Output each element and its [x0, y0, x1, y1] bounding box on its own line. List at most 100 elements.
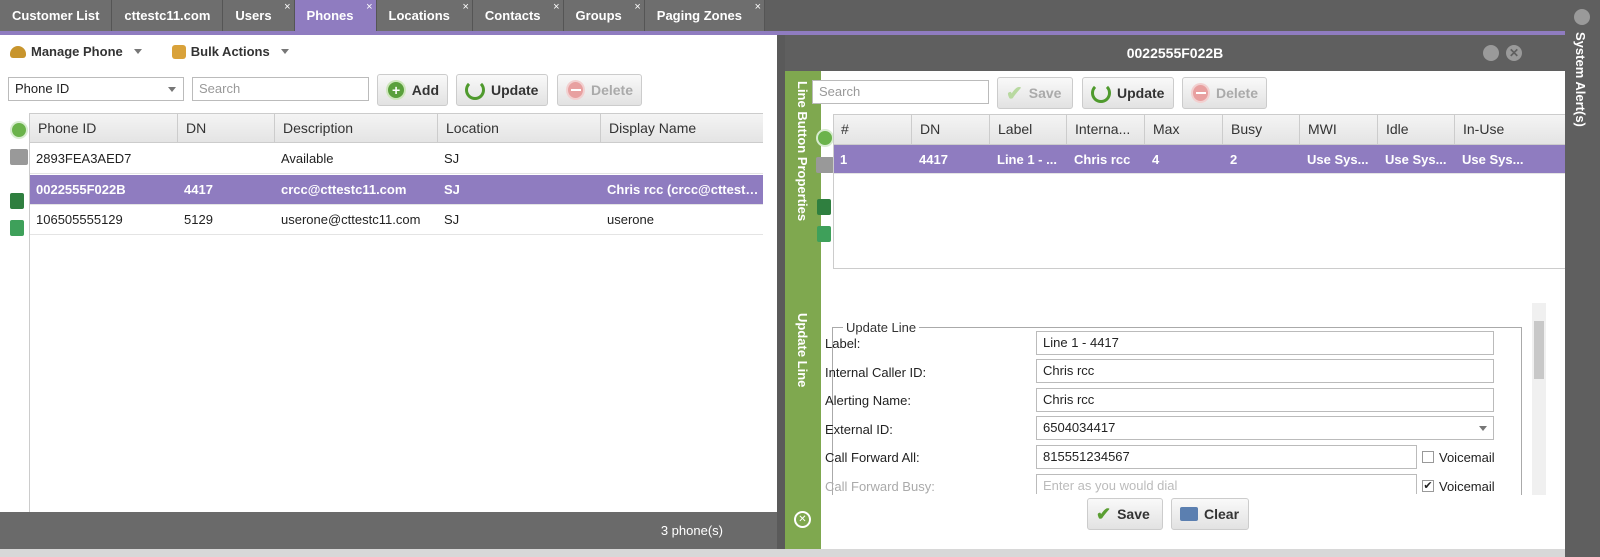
external-id-select[interactable]: 6504034417 [1036, 416, 1494, 440]
tab-cttestc11-com[interactable]: cttestc11.com [112, 0, 224, 31]
chevron-left-icon[interactable] [1574, 9, 1590, 25]
cell-location: SJ [444, 181, 460, 197]
form-scrollbar[interactable] [1532, 303, 1546, 495]
column-header[interactable]: Display Name [601, 114, 763, 142]
csv-icon[interactable] [10, 220, 24, 236]
alerting-name-field[interactable]: Chris rcc [1036, 388, 1494, 412]
cell-description: Available [281, 151, 334, 166]
close-icon[interactable]: × [634, 1, 640, 13]
system-alerts-panel[interactable]: System Alert(s) [1565, 0, 1600, 557]
line-update-button[interactable]: Update [1082, 77, 1174, 109]
cell-phone-id: 0022555F022B [36, 181, 126, 197]
form-save-label: Save [1117, 506, 1150, 522]
label-field[interactable]: Line 1 - 4417 [1036, 331, 1494, 355]
close-icon[interactable]: × [553, 1, 559, 13]
close-icon[interactable]: × [284, 1, 290, 13]
tab-users[interactable]: Users × [223, 0, 295, 31]
next-icon[interactable] [1483, 45, 1499, 61]
call-forward-all-label: Call Forward All: [825, 450, 920, 465]
tab-update-line[interactable]: Update Line [795, 313, 810, 387]
delete-label: Delete [590, 82, 633, 98]
tab-paging-zones[interactable]: Paging Zones × [644, 0, 766, 31]
right-side-icons [813, 123, 835, 263]
call-forward-all-field[interactable]: 815551234567 [1036, 445, 1417, 469]
add-icon: + [386, 80, 406, 100]
cell-dn [178, 144, 275, 173]
delete-button[interactable]: Delete [557, 74, 642, 106]
call-forward-busy-label: Call Forward Busy: [825, 479, 935, 494]
label-field-value: Line 1 - 4417 [1043, 335, 1119, 350]
tab-label: Phones [306, 8, 354, 23]
form-clear-button[interactable]: Clear [1171, 498, 1249, 530]
tab-groups[interactable]: Groups × [563, 0, 645, 31]
line-search-input[interactable]: Search [812, 80, 989, 104]
tab-contacts[interactable]: Contacts × [472, 0, 564, 31]
tab-label: Customer List [12, 8, 100, 23]
update-label: Update [491, 82, 539, 98]
call-forward-all-value: 815551234567 [1043, 449, 1130, 464]
cell-phone-id: 106505555129 [36, 212, 123, 227]
print-icon[interactable] [10, 149, 28, 165]
tab-phones[interactable]: Phones × [294, 0, 377, 31]
phone-count: 3 phone(s) [660, 523, 723, 538]
bulk-actions-label: Bulk Actions [190, 44, 270, 59]
column-header[interactable]: DN [178, 114, 275, 142]
phones-panel: Manage Phone Bulk Actions Phone ID Searc… [0, 35, 777, 549]
cfb-voicemail-checkbox[interactable]: ✔ [1422, 480, 1434, 492]
column-header[interactable]: Location [438, 114, 601, 142]
column-header[interactable]: Description [275, 114, 438, 142]
phone-icon [10, 45, 26, 58]
internal-caller-id-field[interactable]: Chris rcc [1036, 359, 1494, 383]
search-input[interactable]: Search [192, 77, 369, 101]
chevron-down-icon [280, 49, 289, 54]
refresh-icon[interactable] [10, 121, 28, 139]
close-icon[interactable]: × [755, 1, 761, 13]
manage-phone-menu[interactable]: Manage Phone [10, 44, 142, 59]
cfa-voicemail-checkbox[interactable] [1422, 451, 1434, 463]
close-icon[interactable]: × [366, 1, 372, 13]
update-button[interactable]: Update [456, 74, 548, 106]
delete-icon [566, 80, 585, 100]
table-row[interactable]: 2893FEA3AED7 Available SJ [30, 144, 763, 174]
cell-display-name: Chris rcc (crcc@cttestc11.com) [607, 181, 763, 197]
column-header[interactable]: Phone ID [30, 114, 178, 142]
form-save-button[interactable]: ✔ Save [1087, 498, 1163, 530]
tab-label: Locations [388, 8, 450, 23]
lines-grid-body [833, 114, 1565, 269]
print-icon[interactable] [816, 157, 834, 173]
update-icon [465, 80, 485, 100]
csv-icon[interactable] [817, 226, 831, 242]
table-row[interactable]: 0022555F022B 4417 crcc@cttestc11.com SJ Chri… [30, 174, 763, 205]
line-delete-button[interactable]: Delete [1182, 77, 1267, 109]
call-forward-busy-field[interactable]: Enter as you would dial [1036, 474, 1417, 494]
close-circle-icon[interactable]: ✕ [794, 511, 811, 528]
line-update-label: Update [1117, 85, 1165, 101]
filter-select[interactable]: Phone ID [8, 77, 184, 101]
tab-locations[interactable]: Locations × [376, 0, 473, 31]
add-button[interactable]: + Add [377, 74, 448, 106]
external-id-label: External ID: [825, 422, 893, 437]
tab-customer-list[interactable]: Customer List [0, 0, 113, 31]
tab-label: Users [235, 8, 272, 23]
excel-icon[interactable] [10, 193, 24, 209]
internal-caller-id-value: Chris rcc [1043, 363, 1095, 378]
tab-label: Contacts [484, 8, 541, 23]
bulk-actions-menu[interactable]: Bulk Actions [171, 44, 289, 59]
external-id-value: 6504034417 [1043, 420, 1116, 435]
chevron-down-icon [133, 49, 142, 54]
refresh-icon[interactable] [816, 129, 834, 147]
table-row[interactable]: 106505555129 5129 userone@cttestc11.com SJ u… [30, 205, 763, 235]
left-side-icons [0, 115, 30, 515]
scrollbar-thumb[interactable] [1534, 321, 1544, 379]
close-icon[interactable]: ✕ [1506, 45, 1522, 61]
check-icon: ✔ [1096, 503, 1112, 524]
line-search-placeholder: Search [819, 84, 861, 99]
line-save-button[interactable]: ✔ Save [997, 77, 1073, 109]
tab-line-button-properties[interactable]: Line Button Properties [795, 81, 810, 221]
phones-grid-header: Phone ID DN Description Location Display… [30, 113, 763, 143]
excel-icon[interactable] [817, 199, 831, 215]
close-icon[interactable]: × [462, 1, 468, 13]
cell-location: SJ [444, 212, 460, 227]
cell-display-name [601, 144, 763, 173]
check-icon: ✔ [1006, 82, 1023, 105]
